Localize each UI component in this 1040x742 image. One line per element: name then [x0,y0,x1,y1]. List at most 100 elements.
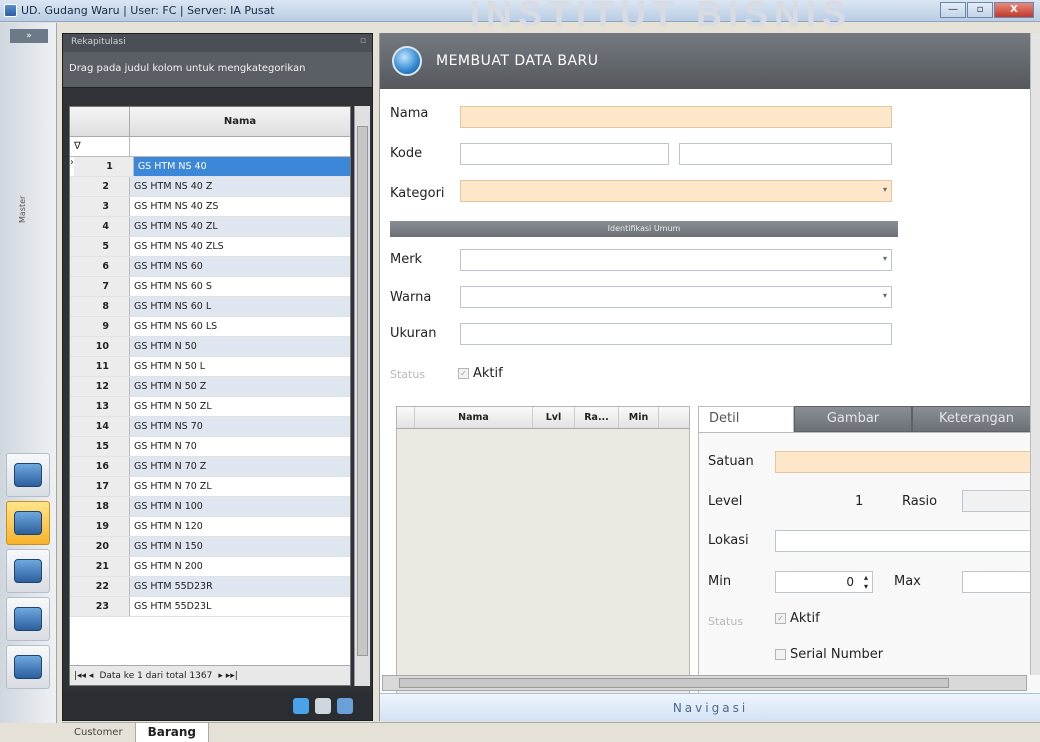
ukuran-input[interactable] [460,323,892,345]
table-row[interactable]: 20 GS HTM N 150 [70,537,350,557]
nama-input[interactable] [460,106,892,128]
table-row[interactable]: 16 GS HTM N 70 Z [70,457,350,477]
table-row[interactable]: 23 GS HTM 55D23L [70,597,350,617]
table-row[interactable]: › 1 GS HTM NS 40 [70,157,350,177]
watermark-text: INSTITUT BISNIS [470,0,853,34]
detail-tabs: Detil Gambar Keterangan Satuan Level 1 R… [698,406,1040,701]
table-row[interactable]: 8 GS HTM NS 60 L [70,297,350,317]
row-number: 11 [70,357,130,376]
record-counter: Data ke 1 dari total 1367 [99,671,213,681]
maximize-button[interactable]: ▫ [967,2,993,18]
row-name: GS HTM N 50 [130,337,350,356]
table-row[interactable]: 9 GS HTM NS 60 LS [70,317,350,337]
lokasi-input[interactable] [775,530,1040,552]
table-row[interactable]: 5 GS HTM NS 40 ZLS [70,237,350,257]
table-row[interactable]: 19 GS HTM N 120 [70,517,350,537]
grid-scrollbar[interactable] [354,106,370,686]
table-row[interactable]: 15 GS HTM N 70 [70,437,350,457]
table-row[interactable]: 6 GS HTM NS 60 [70,257,350,277]
row-name: GS HTM N 50 Z [130,377,350,396]
chevron-down-icon: ▾ [882,254,887,263]
row-name: GS HTM NS 60 L [130,297,350,316]
table-row[interactable]: 14 GS HTM NS 70 [70,417,350,437]
chevron-down-icon: ▾ [882,291,887,300]
panel-footer [63,692,372,720]
status-label: Status [390,368,426,381]
contacts-icon[interactable] [6,501,50,545]
column-header-min[interactable]: Min [619,407,659,428]
filter-row[interactable]: ∇ [70,137,350,157]
save-icon[interactable] [337,698,353,714]
minimize-button[interactable]: — [940,2,966,18]
rasio-input[interactable] [962,490,1040,512]
aktif-checkbox[interactable]: ✓ Aktif [458,366,503,381]
laptop-icon[interactable] [6,453,50,497]
row-name: GS HTM NS 40 [133,157,350,176]
detail-aktif-label: Aktif [790,611,820,626]
max-input[interactable] [962,571,1040,593]
filter-input[interactable] [130,137,350,156]
satuan-label: Satuan [708,454,754,469]
folder-icon[interactable] [6,597,50,641]
table-row[interactable]: 22 GS HTM 55D23R [70,577,350,597]
kode-input[interactable] [460,143,669,165]
table-row[interactable]: 13 GS HTM N 50 ZL [70,397,350,417]
tab-keterangan[interactable]: Keterangan [912,406,1040,432]
row-number: 4 [70,217,130,236]
expand-icon[interactable]: » [10,29,48,43]
tab-customer[interactable]: Customer [62,723,136,742]
close-button[interactable]: X [994,2,1034,18]
level-value: 1 [855,494,864,509]
harddrive-icon[interactable] [6,549,50,593]
tab-barang[interactable]: Barang [135,723,209,742]
kode-input-2[interactable] [679,143,892,165]
table-row[interactable]: 4 GS HTM NS 40 ZL [70,217,350,237]
table-row[interactable]: 17 GS HTM N 70 ZL [70,477,350,497]
row-number: 23 [70,597,130,616]
column-header-rasio[interactable]: Ra... [575,407,619,428]
export-icon[interactable] [293,698,309,714]
navigation-bar[interactable]: Navigasi [380,693,1040,721]
vertical-scrollbar[interactable] [1030,33,1040,675]
spinner-icon[interactable]: ▴ ▾ [864,573,868,591]
row-name: GS HTM NS 60 LS [134,321,218,332]
building-icon[interactable] [6,645,50,689]
table-row[interactable]: 18 GS HTM N 100 [70,497,350,517]
min-label: Min [708,574,732,589]
merk-dropdown[interactable]: ▾ [460,249,892,271]
satuan-input[interactable] [775,451,1040,473]
table-row[interactable]: 3 GS HTM NS 40 ZS [70,197,350,217]
min-stepper[interactable]: 0 ▴ ▾ [775,571,873,593]
nav-next-last-button[interactable]: ▸ ▸▸| [218,666,237,685]
row-name: GS HTM N 150 [130,537,350,556]
table-row[interactable]: 7 GS HTM NS 60 S [70,277,350,297]
horizontal-scrollbar[interactable] [382,675,1027,691]
panel-title-text: Rekapitulasi [71,37,126,47]
row-number: 12 [70,377,130,396]
filter-icon[interactable]: ∇ [70,137,130,156]
detail-aktif-checkbox[interactable]: ✓ Aktif [775,611,820,626]
column-header-nama[interactable]: Nama [415,407,533,428]
tab-gambar[interactable]: Gambar [794,406,912,432]
rasio-label: Rasio [902,494,938,509]
table-row[interactable]: 2 GS HTM NS 40 Z [70,177,350,197]
table-row[interactable]: 10 GS HTM N 50 [70,337,350,357]
kategori-dropdown[interactable]: ▾ [460,180,892,202]
serial-number-checkbox[interactable]: Serial Number [775,647,883,662]
table-row[interactable]: 12 GS HTM N 50 Z [70,377,350,397]
pin-icon[interactable]: ▫ [360,36,366,46]
table-row[interactable]: 21 GS HTM N 200 [70,557,350,577]
group-by-bar[interactable]: Drag pada judul kolom untuk mengkategori… [63,52,372,88]
row-name: GS HTM N 200 [134,561,203,572]
table-row[interactable]: 11 GS HTM N 50 L [70,357,350,377]
nav-first-prev-button[interactable]: |◂◂ ◂ [74,666,93,685]
column-header-lvl[interactable]: Lvl [533,407,575,428]
tab-detil[interactable]: Detil [698,406,794,432]
warna-dropdown[interactable]: ▾ [460,286,892,308]
form-header: MEMBUAT DATA BARU [380,33,1040,89]
grid-navigator: |◂◂ ◂ Data ke 1 dari total 1367 ▸ ▸▸| [70,665,350,685]
row-number-header [70,107,130,136]
print-icon[interactable] [315,698,331,714]
detail-panel: Satuan Level 1 Rasio Lokasi Min 0 ▴ ▾ Max… [698,432,1040,701]
column-header-nama[interactable]: Nama [130,107,350,136]
